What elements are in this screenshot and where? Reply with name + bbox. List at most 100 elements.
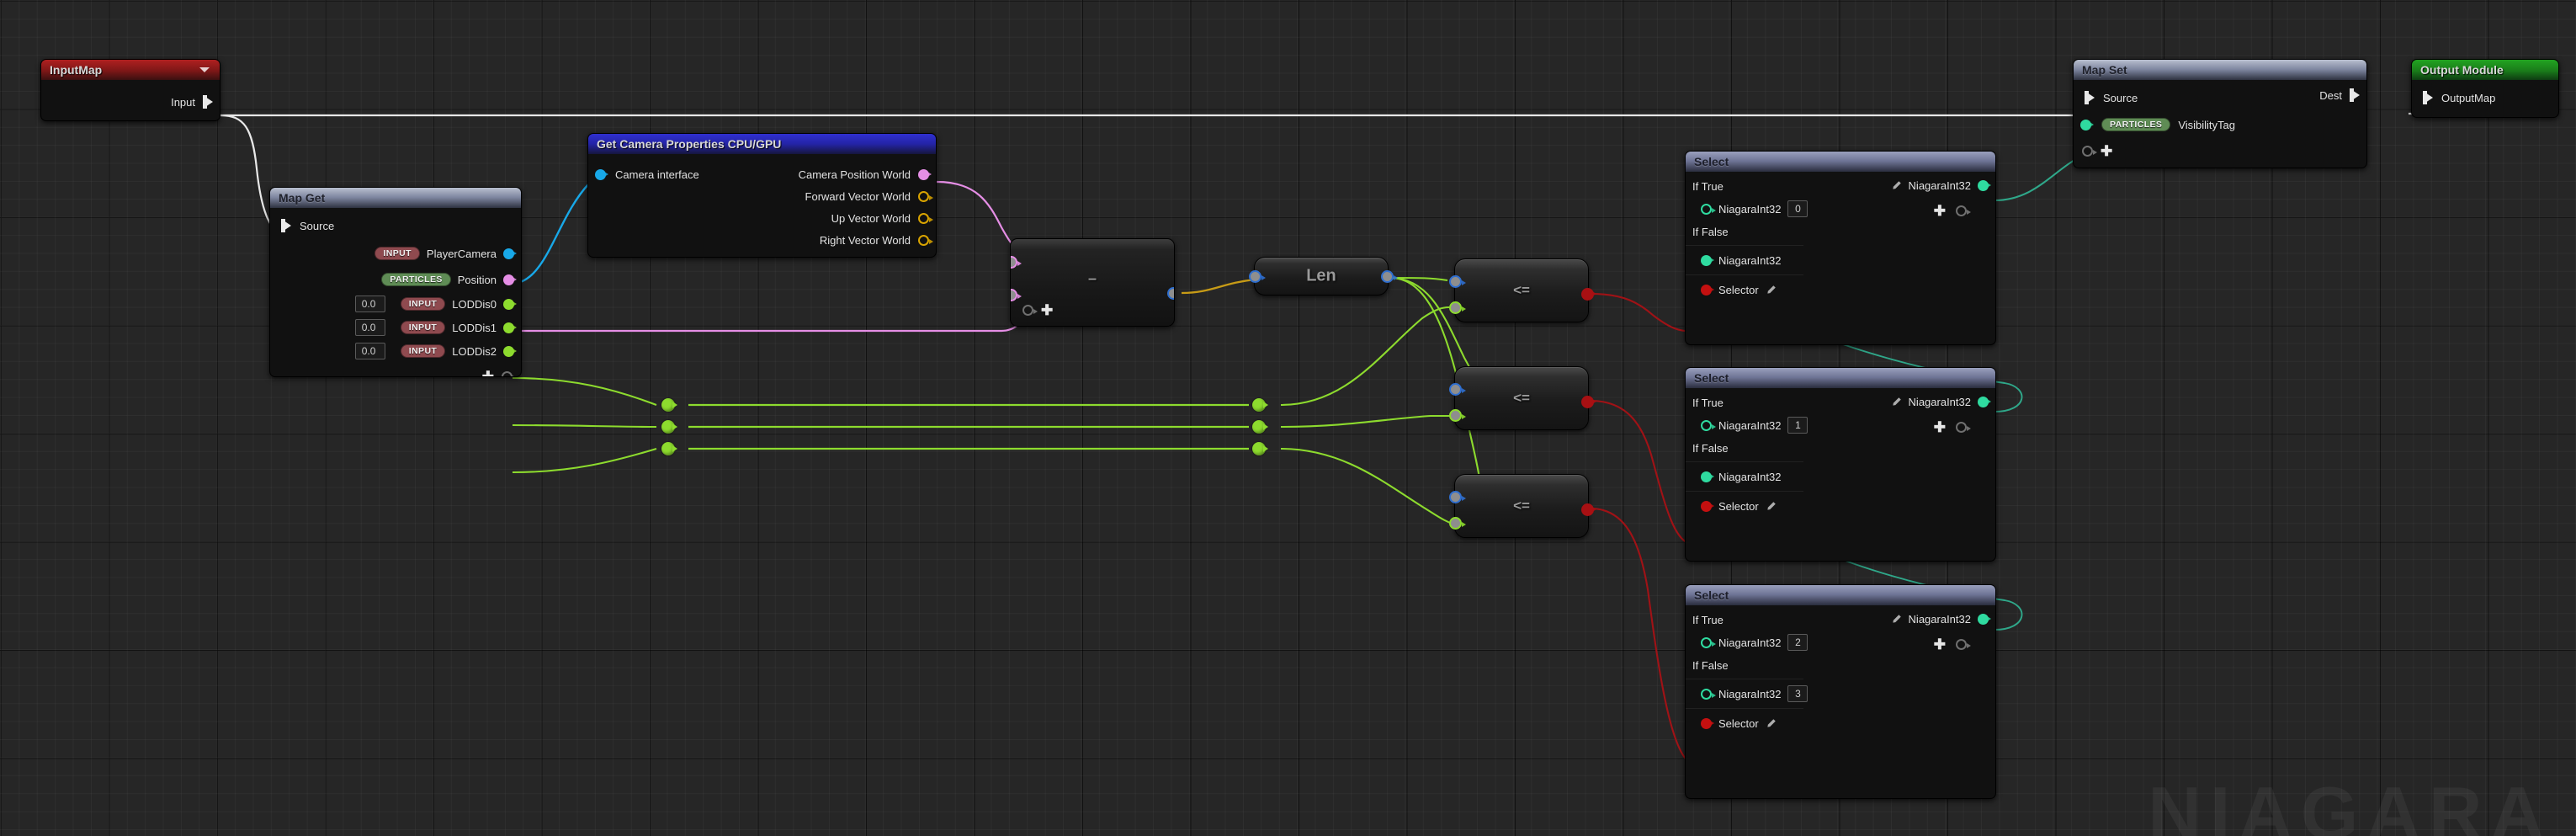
map-get-entry-loddis0[interactable]: 0.0 INPUT LODDis0	[270, 292, 521, 316]
right-vector-world-row[interactable]: Right Vector World	[813, 230, 936, 250]
loddis2-out-pin[interactable]	[503, 345, 517, 357]
edit-pencil-icon[interactable]	[1766, 718, 1777, 729]
select-add-row[interactable]: ✚	[1925, 636, 1975, 653]
node-input-map[interactable]: InputMap Input	[40, 59, 220, 121]
right-vector-world-out-pin[interactable]	[918, 234, 933, 246]
subtract-output-pin[interactable]	[1167, 287, 1174, 300]
if-false-input-pin[interactable]	[1701, 471, 1714, 482]
node-subtract[interactable]: – ✚	[1010, 238, 1175, 327]
compare-input-a-pin[interactable]	[1449, 383, 1466, 396]
subtract-input-b-pin[interactable]	[1011, 289, 1022, 301]
chevron-down-icon[interactable]	[199, 67, 210, 72]
edit-pencil-icon[interactable]	[1891, 614, 1902, 625]
node-header[interactable]: Select	[1686, 152, 1995, 172]
if-false-value-input[interactable]: 3	[1787, 685, 1809, 702]
reroute-node-loddis0-b[interactable]	[1252, 398, 1268, 412]
add-icon[interactable]: ✚	[482, 370, 494, 376]
selector-input-pin[interactable]	[1701, 717, 1714, 729]
reroute-node-loddis1-a[interactable]	[661, 420, 677, 434]
if-true-value-input[interactable]: 1	[1787, 417, 1809, 434]
compare-input-b-pin[interactable]	[1449, 409, 1466, 422]
select-output-pin[interactable]	[1978, 396, 1991, 407]
if-false-input-pin[interactable]	[1701, 254, 1714, 266]
node-header[interactable]: Select	[1686, 585, 1995, 605]
edit-pencil-icon[interactable]	[1891, 397, 1902, 407]
camera-interface-out-pin[interactable]	[503, 248, 517, 259]
node-output-module[interactable]: Output Module OutputMap	[2411, 59, 2559, 118]
graph-canvas[interactable]: NIAGARA InputMap Input Map Get Source IN…	[0, 0, 2576, 836]
add-wildcard-pin[interactable]	[1956, 205, 1971, 216]
compare-output-pin[interactable]	[1581, 396, 1596, 408]
map-set-entry-visibility-tag[interactable]: PARTICLES VisibilityTag	[2074, 112, 2366, 137]
node-header[interactable]: Get Camera Properties CPU/GPU	[588, 134, 936, 154]
forward-vector-world-out-pin[interactable]	[918, 190, 933, 202]
camera-position-world-row[interactable]: Camera Position World	[792, 164, 936, 184]
add-wildcard-pin[interactable]	[1022, 305, 1038, 316]
node-header[interactable]: Output Module	[2412, 60, 2558, 80]
node-map-get[interactable]: Map Get Source INPUT PlayerCamera PARTIC…	[269, 187, 522, 377]
add-wildcard-pin[interactable]	[2082, 146, 2097, 157]
select-if-false-value-row[interactable]: NiagaraInt32 3	[1686, 682, 1995, 706]
edit-pencil-icon[interactable]	[1891, 180, 1902, 191]
compare-output-pin[interactable]	[1581, 288, 1596, 301]
add-wildcard-pin[interactable]	[1956, 639, 1971, 650]
map-set-dest-row[interactable]: Dest	[2313, 85, 2366, 105]
reroute-node-loddis2-a[interactable]	[661, 442, 677, 455]
select-output-row[interactable]: NiagaraInt32	[1884, 609, 1995, 629]
compare-output-pin[interactable]	[1581, 503, 1596, 516]
node-compare-2[interactable]: <=	[1449, 474, 1596, 538]
node-get-camera-properties[interactable]: Get Camera Properties CPU/GPU Camera int…	[587, 133, 937, 258]
length-input-pin[interactable]	[1249, 270, 1266, 283]
loddis1-value-input[interactable]: 0.0	[354, 319, 385, 336]
loddis0-out-pin[interactable]	[503, 298, 517, 310]
edit-pencil-icon[interactable]	[1766, 501, 1777, 512]
if-true-value-input[interactable]: 0	[1787, 200, 1809, 217]
exec-out-pin[interactable]	[203, 95, 213, 109]
exec-in-pin[interactable]	[2423, 91, 2433, 104]
select-output-row[interactable]: NiagaraInt32	[1884, 391, 1995, 412]
position-out-pin[interactable]	[503, 274, 517, 285]
select-output-pin[interactable]	[1978, 613, 1991, 625]
node-header[interactable]: Map Set	[2074, 60, 2366, 80]
select-selector-row[interactable]: Selector	[1686, 494, 1995, 518]
compare-input-a-pin[interactable]	[1449, 491, 1466, 503]
select-if-false-value-row[interactable]: NiagaraInt32	[1686, 465, 1995, 488]
camera-position-world-out-pin[interactable]	[918, 168, 932, 180]
node-header[interactable]: Select	[1686, 368, 1995, 388]
reroute-node-loddis0-a[interactable]	[661, 398, 677, 412]
compare-input-a-pin[interactable]	[1449, 275, 1466, 288]
add-wildcard-pin[interactable]	[502, 371, 517, 376]
exec-in-pin[interactable]	[281, 219, 291, 232]
add-icon[interactable]: ✚	[1041, 303, 1053, 317]
add-icon[interactable]: ✚	[1934, 637, 1946, 652]
subtract-input-a-pin[interactable]	[1011, 256, 1022, 269]
select-selector-row[interactable]: Selector	[1686, 278, 1995, 301]
node-length[interactable]: Len	[1249, 257, 1398, 296]
exec-out-pin[interactable]	[2350, 88, 2360, 102]
input-map-output-row[interactable]: Input	[41, 83, 220, 109]
select-add-row[interactable]: ✚	[1925, 202, 1975, 220]
map-get-add-row[interactable]: ✚	[270, 368, 521, 376]
if-true-input-pin[interactable]	[1701, 419, 1716, 431]
map-get-entry-loddis2[interactable]: 0.0 INPUT LODDis2	[270, 339, 521, 363]
output-module-pin-row[interactable]: OutputMap	[2412, 83, 2558, 112]
node-compare-1[interactable]: <=	[1449, 366, 1596, 430]
node-header[interactable]: Map Get	[270, 188, 521, 208]
edit-pencil-icon[interactable]	[1766, 285, 1777, 296]
camera-interface-in-row[interactable]: Camera interface	[588, 164, 706, 184]
add-icon[interactable]: ✚	[2101, 144, 2112, 158]
select-add-row[interactable]: ✚	[1925, 418, 1975, 436]
compare-input-b-pin[interactable]	[1449, 517, 1466, 530]
add-icon[interactable]: ✚	[1934, 204, 1946, 218]
exec-in-pin[interactable]	[2085, 91, 2095, 104]
reroute-node-loddis2-b[interactable]	[1252, 442, 1268, 455]
map-set-add-row[interactable]: ✚	[2074, 142, 2366, 160]
select-output-row[interactable]: NiagaraInt32	[1884, 175, 1995, 195]
select-selector-row[interactable]: Selector	[1686, 711, 1995, 735]
node-select-2[interactable]: Select If True NiagaraInt32 NiagaraInt32…	[1685, 584, 1996, 799]
if-false-input-pin[interactable]	[1701, 688, 1716, 700]
add-icon[interactable]: ✚	[1934, 420, 1946, 434]
map-get-entry-player-camera[interactable]: INPUT PlayerCamera	[270, 240, 521, 267]
selector-input-pin[interactable]	[1701, 500, 1714, 512]
map-get-entry-position[interactable]: PARTICLES Position	[270, 267, 521, 292]
